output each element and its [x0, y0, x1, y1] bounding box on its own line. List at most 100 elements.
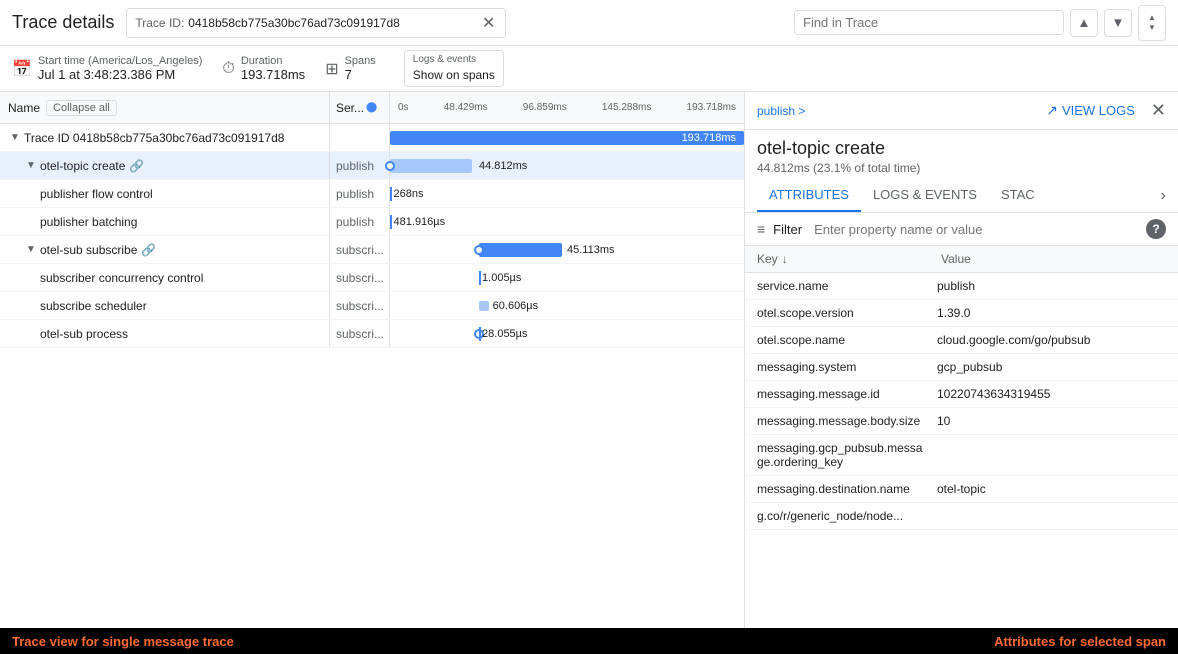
attr-row: otel.scope.name cloud.google.com/go/pubs…	[745, 327, 1178, 354]
row-name-cell: subscribe scheduler	[0, 292, 330, 319]
trace-id-input[interactable]	[188, 16, 480, 30]
row-timeline: 28.055µs	[390, 320, 744, 347]
filter-label: Filter	[773, 222, 802, 237]
row-service	[330, 124, 390, 151]
row-service: subscri...	[330, 236, 390, 263]
row-timeline: 60.606µs	[390, 292, 744, 319]
tick-2: 96.859ms	[523, 102, 567, 113]
nav-down-button[interactable]: ▼	[1104, 9, 1132, 37]
trace-row[interactable]: subscribe scheduler subscri... 60.606µs	[0, 292, 744, 320]
view-logs-label: VIEW LOGS	[1062, 103, 1135, 118]
tab-stack[interactable]: STAC	[989, 179, 1047, 212]
find-trace-area: ▲ ▼ ▲ ▼	[794, 5, 1166, 41]
filter-input[interactable]	[814, 222, 1138, 237]
service-filter-icon[interactable]: ⬤	[366, 102, 377, 113]
start-time-item: 📅 Start time (America/Los_Angeles) Jul 1…	[12, 55, 202, 82]
trace-row[interactable]: subscriber concurrency control subscri..…	[0, 264, 744, 292]
nav-up-button[interactable]: ▲	[1070, 9, 1098, 37]
link-icon[interactable]: 🔗	[141, 243, 156, 257]
logs-events-box: Logs & events Show on spans	[404, 50, 504, 87]
name-column-header: Name Collapse all	[0, 92, 330, 123]
detail-tabs: ATTRIBUTES LOGS & EVENTS STAC ›	[745, 179, 1178, 213]
expand-icon[interactable]: ▼	[8, 131, 22, 145]
find-trace-input-wrapper[interactable]	[794, 10, 1064, 35]
trace-row[interactable]: ▼ otel-topic create 🔗 publish 44.812ms	[0, 152, 744, 180]
calendar-icon: 📅	[12, 59, 32, 79]
help-button[interactable]: ?	[1146, 219, 1166, 239]
view-logs-button[interactable]: ↗ VIEW LOGS	[1046, 102, 1135, 119]
publish-link[interactable]: publish >	[757, 104, 805, 118]
span-bar	[479, 243, 562, 257]
expand-icon[interactable]: ▼	[24, 159, 38, 173]
span-bar	[479, 271, 481, 285]
trace-panel: Name Collapse all Ser... ⬤ 0s 48.429ms 9…	[0, 92, 745, 628]
attr-value: gcp_pubsub	[937, 360, 1166, 374]
trace-id-label: Trace ID:	[135, 16, 184, 30]
row-label: subscribe scheduler	[40, 299, 147, 313]
trace-row[interactable]: publisher batching publish 481.916µs	[0, 208, 744, 236]
span-duration-label: 45.113ms	[567, 244, 615, 256]
tab-attributes[interactable]: ATTRIBUTES	[757, 179, 861, 212]
row-label: otel-sub subscribe	[40, 243, 137, 257]
trace-row[interactable]: otel-sub process subscri... 28.055µs	[0, 320, 744, 348]
top-bar: Trace details Trace ID: ✕ ▲ ▼ ▲ ▼	[0, 0, 1178, 46]
row-timeline: 44.812ms	[390, 152, 744, 179]
left-annotation: Trace view for single message trace	[12, 634, 234, 649]
clear-trace-button[interactable]: ✕	[480, 13, 497, 33]
attr-key: messaging.message.body.size	[757, 414, 937, 428]
row-name-cell: ▼ otel-sub subscribe 🔗	[0, 236, 330, 263]
name-col-label: Name	[8, 101, 40, 115]
row-name-cell: ▼ otel-topic create 🔗	[0, 152, 330, 179]
row-timeline: 1.005µs	[390, 264, 744, 291]
row-name-cell: publisher flow control	[0, 180, 330, 207]
row-label: otel-topic create	[40, 159, 125, 173]
row-label: otel-sub process	[40, 327, 128, 341]
tab-logs-events[interactable]: LOGS & EVENTS	[861, 179, 989, 212]
timeline-header: 0s 48.429ms 96.859ms 145.288ms 193.718ms	[390, 102, 744, 113]
span-duration-label: 481.916µs	[394, 216, 446, 228]
span-name: otel-topic create	[757, 138, 1166, 159]
expand-icon[interactable]: ▼	[24, 243, 38, 257]
collapse-all-button[interactable]: Collapse all	[46, 100, 117, 116]
span-bar	[479, 327, 481, 341]
span-duration-label: 44.812ms	[479, 160, 527, 172]
row-service: publish	[330, 208, 390, 235]
page-title: Trace details	[12, 12, 114, 33]
attr-row: messaging.destination.name otel-topic	[745, 476, 1178, 503]
link-icon[interactable]: 🔗	[129, 159, 144, 173]
row-timeline: 45.113ms	[390, 236, 744, 263]
trace-id-input-wrapper[interactable]: Trace ID: ✕	[126, 8, 506, 38]
find-trace-input[interactable]	[803, 15, 1055, 30]
attr-row: service.name publish	[745, 273, 1178, 300]
tick-0: 0s	[398, 102, 409, 113]
attr-value: 10	[937, 414, 1166, 428]
trace-row[interactable]: ▼ otel-sub subscribe 🔗 subscri... 45.113…	[0, 236, 744, 264]
attr-rows-container: service.name publish otel.scope.version …	[745, 273, 1178, 530]
tick-1: 48.429ms	[444, 102, 488, 113]
row-label: publisher flow control	[40, 187, 153, 201]
key-col-label: Key	[757, 252, 778, 266]
span-duration-label: 60.606µs	[493, 300, 538, 312]
trace-table-header: Name Collapse all Ser... ⬤ 0s 48.429ms 9…	[0, 92, 744, 124]
trace-row[interactable]: ▼ Trace ID 0418b58cb775a30bc76ad73c09191…	[0, 124, 744, 152]
row-label: Trace ID 0418b58cb775a30bc76ad73c091917d…	[24, 131, 284, 145]
duration-item: ⏱ Duration 193.718ms	[222, 55, 305, 82]
row-service: publish	[330, 152, 390, 179]
sort-icon[interactable]: ↓	[782, 252, 788, 266]
close-detail-button[interactable]: ✕	[1151, 100, 1166, 121]
start-time-value: Jul 1 at 3:48:23.386 PM	[38, 67, 202, 82]
clock-icon: ⏱	[222, 60, 234, 78]
service-column-header: Ser... ⬤	[330, 92, 390, 123]
trace-row[interactable]: publisher flow control publish 268ns	[0, 180, 744, 208]
row-timeline: 481.916µs	[390, 208, 744, 235]
attrs-table-header: Key ↓ Value	[745, 246, 1178, 273]
spans-item: ⊞ Spans 7	[325, 55, 376, 82]
service-col-label: Ser...	[336, 101, 364, 115]
attributes-table: Key ↓ Value service.name publish otel.sc…	[745, 246, 1178, 628]
nav-updown-button[interactable]: ▲ ▼	[1138, 5, 1166, 41]
row-timeline: 193.718ms	[390, 124, 744, 151]
attr-key: service.name	[757, 279, 937, 293]
row-service: subscri...	[330, 292, 390, 319]
tab-more-button[interactable]: ›	[1161, 179, 1166, 212]
attr-row: messaging.message.body.size 10	[745, 408, 1178, 435]
